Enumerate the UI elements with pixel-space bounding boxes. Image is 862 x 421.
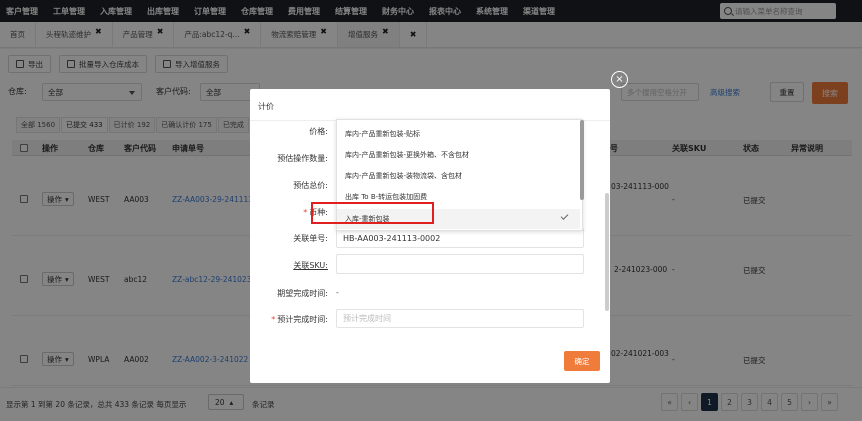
- label-text: 预计完成时间:: [277, 315, 328, 324]
- estimate-qty-label: 预估操作数量:: [277, 154, 328, 163]
- confirm-button[interactable]: 确定: [564, 351, 600, 371]
- highlight-box: [311, 202, 434, 224]
- input-value: HB-AA003-241113-0002: [343, 233, 441, 243]
- price-label: 价格:: [309, 127, 328, 136]
- close-icon[interactable]: ×: [611, 71, 628, 88]
- required-mark: *: [303, 208, 308, 217]
- expected-finish-label: 期望完成时间:: [277, 289, 328, 298]
- dropdown-scrollbar[interactable]: [580, 120, 584, 200]
- ref-sku-input[interactable]: [336, 254, 584, 274]
- modal-title: 计价: [258, 102, 274, 111]
- planned-finish-input[interactable]: 预计完成时间: [336, 309, 584, 328]
- ref-sku-label: 关联SKU:: [293, 261, 328, 270]
- dropdown-option[interactable]: 库内-产品重新包装-装物流袋、含包材: [337, 166, 580, 186]
- estimate-total-label: 预估总价:: [293, 181, 328, 190]
- expected-finish-value: -: [336, 288, 339, 297]
- check-icon: [560, 212, 569, 220]
- modal-scrollbar[interactable]: [605, 193, 609, 311]
- dropdown-option[interactable]: 库内-产品重新包装-更换外箱、不含包材: [337, 145, 580, 165]
- dropdown-option[interactable]: 库内-产品重新包装-贴标: [337, 124, 580, 144]
- ref-no-label: 关联单号:: [293, 234, 328, 243]
- required-mark: *: [271, 315, 276, 324]
- ref-no-input[interactable]: HB-AA003-241113-0002: [336, 228, 584, 248]
- input-placeholder: 预计完成时间: [343, 314, 391, 323]
- planned-finish-label: * 预计完成时间:: [248, 314, 328, 325]
